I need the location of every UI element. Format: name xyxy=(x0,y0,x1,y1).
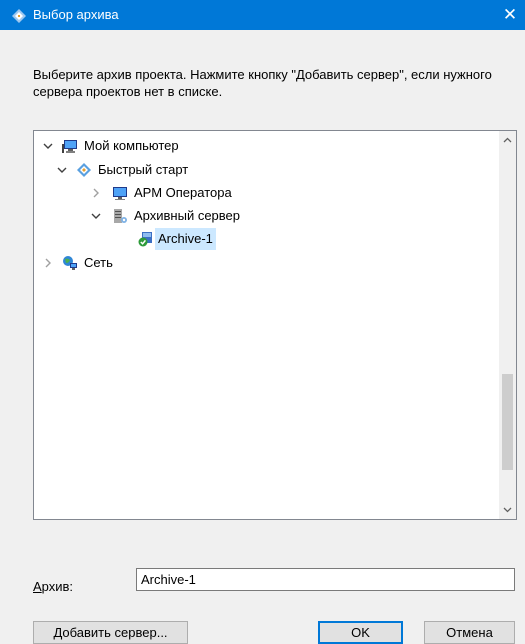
close-button[interactable]: ✕ xyxy=(495,0,525,30)
archive-label-accelerator: А xyxy=(33,579,42,594)
tree-label-arm-operator: АРМ Оператора xyxy=(134,185,232,200)
chevron-down-icon[interactable] xyxy=(91,211,101,221)
close-icon: ✕ xyxy=(502,5,518,24)
tree-item-network[interactable]: Сеть xyxy=(34,252,494,274)
scroll-down-icon[interactable] xyxy=(499,501,516,518)
tree-label-archive-1: Archive-1 xyxy=(155,228,216,250)
tree-label-quick-start: Быстрый старт xyxy=(98,162,189,177)
tree-item-my-computer[interactable]: Мой компьютер xyxy=(34,135,494,157)
chevron-down-icon[interactable] xyxy=(57,165,67,175)
chevron-right-icon[interactable] xyxy=(43,258,53,268)
network-icon xyxy=(63,256,77,270)
cancel-button[interactable]: Отмена xyxy=(424,621,515,644)
tree-item-quick-start[interactable]: Быстрый старт xyxy=(34,159,494,181)
tree-label-archive-server: Архивный сервер xyxy=(134,208,240,223)
window-title: Выбор архива xyxy=(33,7,119,22)
chevron-right-icon[interactable] xyxy=(91,188,101,198)
archive-label: Архив: xyxy=(33,579,73,594)
archive-tree[interactable]: Мой компьютер Быстрый старт АРМ Оператор… xyxy=(33,130,517,520)
app-icon xyxy=(12,9,26,23)
scroll-thumb[interactable] xyxy=(502,374,513,470)
monitor-icon xyxy=(113,187,127,200)
add-server-button[interactable]: Добавить сервер... xyxy=(33,621,188,644)
archive-icon xyxy=(138,232,152,247)
tree-label-network: Сеть xyxy=(84,255,113,270)
tree-label-my-computer: Мой компьютер xyxy=(84,138,179,153)
computer-icon xyxy=(62,140,77,153)
tree-scrollbar[interactable] xyxy=(499,131,516,519)
title-bar: Выбор архива ✕ xyxy=(0,0,525,30)
tree-item-archive-1[interactable]: Archive-1 xyxy=(34,228,494,250)
server-icon xyxy=(114,209,127,223)
ok-button[interactable]: OK xyxy=(318,621,403,644)
chevron-down-icon[interactable] xyxy=(43,141,53,151)
tree-item-archive-server[interactable]: Архивный сервер xyxy=(34,205,494,227)
scroll-up-icon[interactable] xyxy=(499,132,516,149)
archive-input[interactable] xyxy=(136,568,515,591)
add-server-label: обавить сервер... xyxy=(62,625,168,640)
quick-start-icon xyxy=(77,163,91,177)
archive-label-text: рхив: xyxy=(41,579,74,594)
instruction-text: Выберите архив проекта. Нажмите кнопку "… xyxy=(33,67,492,99)
tree-item-arm-operator[interactable]: АРМ Оператора xyxy=(34,182,494,204)
